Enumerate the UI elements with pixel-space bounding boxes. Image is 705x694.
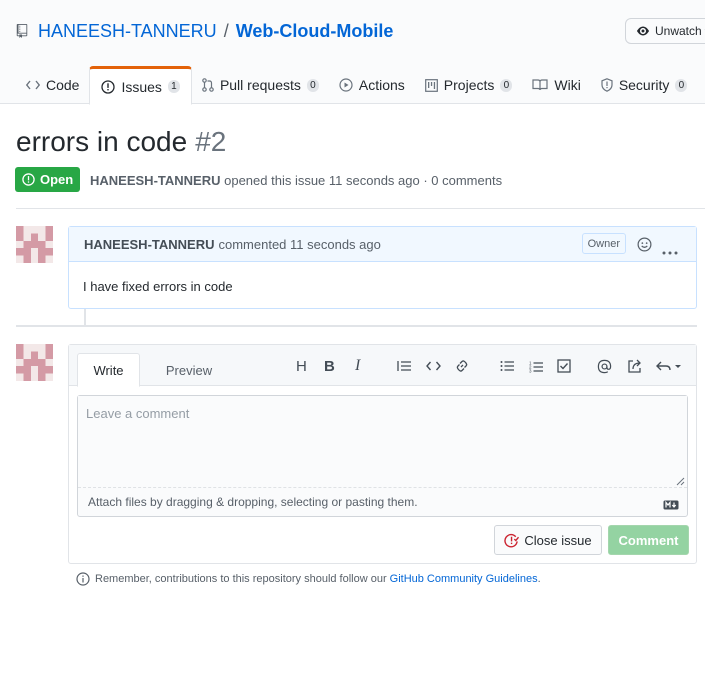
comment-editor-header: Write Preview H B I 123: [69, 345, 696, 387]
unwatch-label: Unwatch: [655, 24, 702, 38]
git-pull-request-icon: [202, 78, 214, 92]
issue-state-badge: Open: [15, 167, 81, 192]
close-issue-label: Close issue: [524, 532, 592, 548]
unwatch-button[interactable]: Unwatch ▾: [625, 18, 705, 44]
repo-title: HANEESH-TANNERU / Web-Cloud-Mobile: [38, 21, 393, 42]
eye-icon: [637, 26, 649, 36]
timeline-divider: [16, 325, 697, 327]
comment-author-link[interactable]: HANEESH-TANNERU: [84, 237, 214, 252]
tab-insights-partial[interactable]: [697, 66, 705, 104]
avatar[interactable]: [16, 344, 53, 381]
issue-comment: HANEESH-TANNERU commented 11 seconds ago…: [68, 226, 697, 309]
guidelines-suffix: .: [537, 573, 541, 585]
resize-grip-icon[interactable]: [675, 476, 685, 486]
italic-icon[interactable]: I: [355, 357, 360, 375]
bold-icon[interactable]: B: [324, 357, 335, 375]
new-comment-form: Write Preview H B I 123 Leave a comment …: [68, 344, 697, 564]
shield-icon: [601, 78, 613, 92]
tab-actions[interactable]: Actions: [329, 66, 415, 104]
reply-icon[interactable]: [656, 357, 682, 375]
cross-reference-icon[interactable]: [627, 357, 643, 375]
svg-text:3: 3: [529, 368, 532, 373]
quote-icon[interactable]: [397, 357, 412, 375]
kebab-horizontal-icon[interactable]: [662, 242, 678, 258]
tab-wiki[interactable]: Wiki: [522, 66, 590, 104]
issue-number: #2: [195, 126, 227, 157]
heading-icon[interactable]: H: [296, 357, 307, 375]
code-icon[interactable]: [426, 357, 441, 375]
avatar[interactable]: [16, 226, 53, 263]
book-icon: [532, 79, 548, 91]
tab-security-label: Security: [618, 77, 670, 93]
issue-title-text: errors in code: [16, 126, 188, 157]
tab-write[interactable]: Write: [77, 353, 140, 387]
ordered-list-icon[interactable]: 123: [529, 357, 544, 375]
comment-button[interactable]: Comment: [608, 525, 689, 555]
issue-title: errors in code #2: [16, 126, 226, 158]
issue-meta: HANEESH-TANNERU opened this issue 11 sec…: [90, 173, 502, 188]
issue-meta-text: opened this issue 11 seconds ago · 0 com…: [224, 173, 503, 188]
tab-issues[interactable]: Issues 1: [89, 66, 192, 105]
repo-icon: [16, 24, 28, 38]
guidelines-text: Remember, contributions to this reposito…: [95, 573, 387, 585]
tab-projects-label: Projects: [443, 77, 495, 93]
code-icon: [26, 80, 40, 90]
projects-counter: 0: [500, 78, 513, 92]
close-issue-button[interactable]: Close issue: [494, 525, 602, 555]
tab-projects[interactable]: Projects 0: [415, 66, 523, 104]
contribution-guidelines-note: Remember, contributions to this reposito…: [76, 572, 541, 586]
issue-opened-icon: [22, 173, 35, 186]
unordered-list-icon[interactable]: [500, 357, 515, 375]
issues-counter: 1: [167, 80, 180, 93]
timeline-line: [84, 309, 86, 326]
tab-wiki-label: Wiki: [554, 77, 581, 93]
play-icon: [339, 78, 353, 92]
project-icon: [424, 78, 438, 92]
community-guidelines-link[interactable]: GitHub Community Guidelines: [390, 573, 538, 585]
issue-opened-icon: [101, 79, 116, 94]
tab-code[interactable]: Code: [16, 66, 89, 104]
comment-editor: Attach files by dragging & dropping, sel…: [77, 395, 688, 517]
tab-issues-label: Issues: [121, 78, 162, 95]
comment-body: I have fixed errors in code: [83, 279, 233, 294]
comment-timestamp[interactable]: commented 11 seconds ago: [218, 237, 380, 252]
repo-header: HANEESH-TANNERU / Web-Cloud-Mobile Unwat…: [0, 0, 705, 105]
info-icon: [76, 572, 90, 586]
task-list-icon[interactable]: [557, 357, 571, 375]
tab-actions-label: Actions: [358, 77, 405, 93]
tab-preview[interactable]: Preview: [149, 353, 229, 387]
repo-name-link[interactable]: Web-Cloud-Mobile: [236, 21, 394, 41]
markdown-icon[interactable]: [663, 497, 679, 513]
mention-icon[interactable]: [597, 357, 612, 375]
repo-owner-link[interactable]: HANEESH-TANNERU: [38, 21, 217, 41]
repo-separator: /: [223, 21, 229, 41]
comment-textarea[interactable]: [78, 396, 687, 488]
pull-requests-counter: 0: [306, 78, 319, 92]
security-counter: 0: [675, 78, 688, 92]
repo-nav-tabs: Code Issues 1 Pull requests 0 Actions Pr…: [0, 66, 705, 105]
issue-author-link[interactable]: HANEESH-TANNERU: [90, 173, 220, 188]
tab-security[interactable]: Security 0: [591, 66, 698, 104]
tab-code-label: Code: [46, 77, 80, 93]
header-divider: [16, 208, 705, 209]
owner-badge: Owner: [581, 233, 626, 254]
issue-state-label: Open: [40, 172, 74, 187]
link-icon[interactable]: [455, 357, 469, 375]
tab-pull-requests[interactable]: Pull requests 0: [192, 66, 329, 104]
tab-pull-requests-label: Pull requests: [219, 77, 301, 93]
attach-files-text[interactable]: Attach files by dragging & dropping, sel…: [88, 495, 418, 509]
smiley-icon[interactable]: [637, 237, 652, 255]
issue-closed-icon: [504, 533, 520, 547]
